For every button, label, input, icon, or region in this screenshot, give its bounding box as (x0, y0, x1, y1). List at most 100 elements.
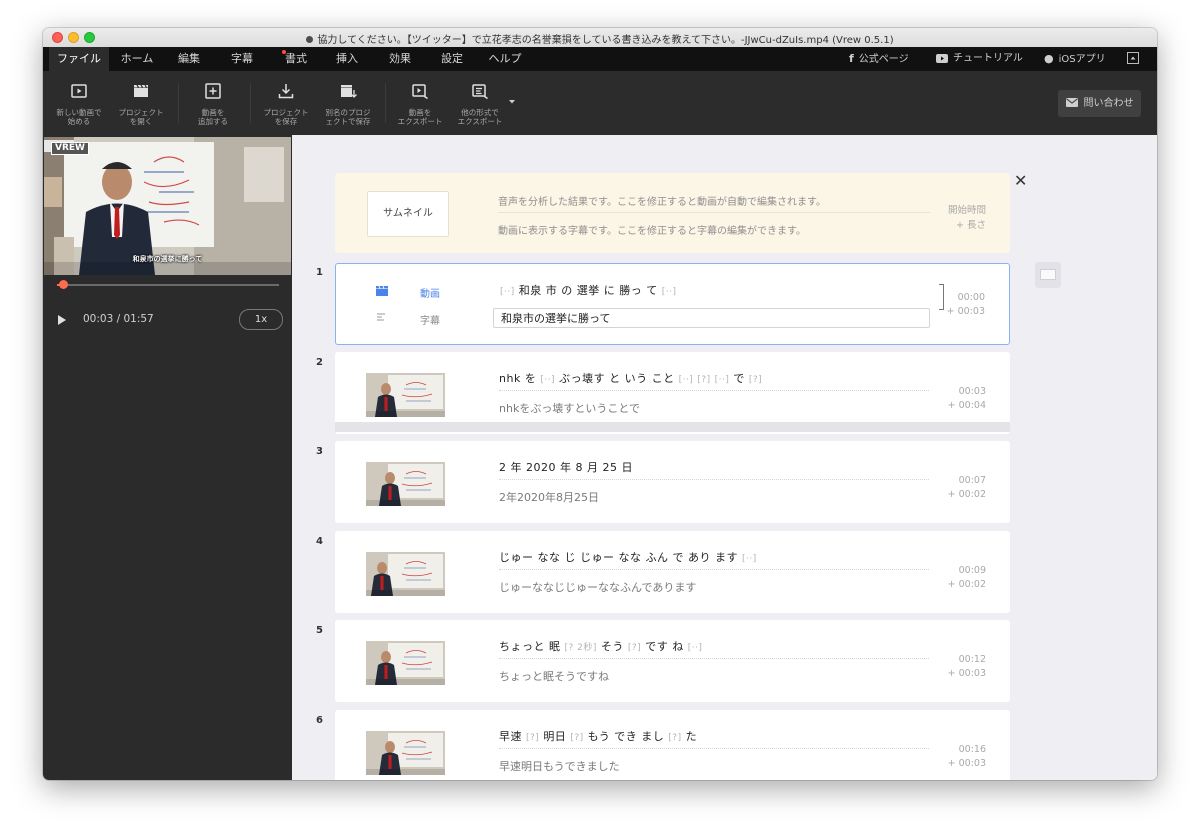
word-token[interactable]: じゅー (580, 551, 615, 564)
clip-thumbnail[interactable] (366, 552, 445, 596)
silence-token[interactable]: [··] (742, 554, 757, 564)
silence-token[interactable]: [?] (628, 643, 641, 653)
silence-token[interactable]: [?] (749, 375, 762, 385)
add-video-button[interactable]: 動画を 追加する (183, 71, 243, 135)
clip-subtitle-text[interactable]: ちょっと眠そうですね (499, 668, 609, 684)
silence-token[interactable]: [?] (668, 733, 681, 743)
clip-thumbnail[interactable] (366, 462, 445, 506)
word-token[interactable]: た (686, 730, 698, 743)
word-token[interactable]: 眠 (549, 640, 561, 653)
clip-word-tokens[interactable]: 早速 [?] 明日 [?] もう でき まし [?] た (499, 728, 697, 744)
dropdown-arrow-icon[interactable] (508, 99, 516, 105)
word-token[interactable]: 年 (511, 461, 523, 474)
menu-settings[interactable]: 設定 (430, 47, 474, 71)
word-token[interactable]: 2020 (526, 461, 556, 474)
clip-thumbnail[interactable] (366, 641, 445, 685)
menu-edit[interactable]: 編集 (167, 47, 211, 71)
clip-word-tokens[interactable]: じゅー なな じ じゅー なな ふん で あり ます [··] (499, 549, 757, 565)
clip-subtitle-text[interactable]: 2年2020年8月25日 (499, 489, 599, 505)
word-token[interactable]: 2 (499, 461, 507, 474)
play-button[interactable] (58, 315, 66, 325)
word-token[interactable]: に (604, 284, 616, 297)
ios-app-link[interactable]: ● iOSアプリ (1044, 47, 1106, 71)
menu-insert[interactable]: 挿入 (325, 47, 369, 71)
save-project-button[interactable]: プロジェクト を保存 (256, 71, 316, 135)
silence-token[interactable]: [··] (662, 287, 677, 297)
clip-card-selected[interactable]: 動画 字幕 [··] 和泉 市 の 選挙 に 勝っ て [··] 和泉市の選挙に… (335, 263, 1010, 345)
word-token[interactable]: ふん (646, 551, 669, 564)
word-token[interactable]: 日 (622, 461, 634, 474)
word-token[interactable]: いう (625, 372, 648, 385)
word-token[interactable]: 25 (603, 461, 618, 474)
playback-speed-button[interactable]: 1x (239, 309, 283, 330)
clip-word-tokens[interactable]: nhk を [··] ぶっ壊す と いう こと [··] [?] [··] で … (499, 370, 762, 386)
clip-word-tokens[interactable]: [··] 和泉 市 の 選挙 に 勝っ て [··] (500, 282, 677, 298)
word-token[interactable]: の (561, 284, 573, 297)
thumbnail-button[interactable]: サムネイル (367, 191, 449, 237)
word-token[interactable]: と (609, 372, 621, 385)
close-icon[interactable]: ✕ (1014, 173, 1027, 189)
save-as-button[interactable]: 別名のプロジ ェクトで保存 (318, 71, 378, 135)
word-token[interactable]: ちょっと (499, 640, 545, 653)
word-token[interactable]: て (646, 284, 658, 297)
word-token[interactable]: 明日 (543, 730, 566, 743)
word-token[interactable]: で (733, 372, 745, 385)
word-token[interactable]: 早速 (499, 730, 522, 743)
seek-bar[interactable] (57, 280, 279, 289)
word-token[interactable]: ぶっ壊す (559, 372, 605, 385)
word-token[interactable]: あり (688, 551, 711, 564)
open-project-button[interactable]: プロジェクト を開く (111, 71, 171, 135)
word-token[interactable]: 月 (587, 461, 599, 474)
export-other-button[interactable]: 他の形式で エクスポート (450, 71, 510, 135)
new-video-button[interactable]: 新しい動画で 始める (49, 71, 109, 135)
word-token[interactable]: もう (588, 730, 611, 743)
collapse-toolbar-button[interactable] (1127, 52, 1139, 64)
seek-knob[interactable] (58, 280, 68, 289)
word-token[interactable]: を (525, 372, 537, 385)
word-token[interactable]: 年 (560, 461, 572, 474)
export-video-button[interactable]: 動画を エクスポート (390, 71, 450, 135)
word-token[interactable]: 和泉 (519, 284, 542, 297)
word-token[interactable]: そう (601, 640, 624, 653)
clip-subtitle-text[interactable]: じゅーななじじゅーななふんであります (499, 579, 696, 595)
menu-effects[interactable]: 効果 (378, 47, 422, 71)
video-preview[interactable]: VREW 和泉市の選挙に勝って (44, 137, 291, 275)
word-token[interactable]: 勝っ (619, 284, 642, 297)
comment-badge[interactable] (1035, 262, 1061, 288)
silence-token[interactable]: [··] (688, 643, 703, 653)
word-token[interactable]: でき (614, 730, 637, 743)
clip-card[interactable]: じゅー なな じ じゅー なな ふん で あり ます [··] じゅーななじじゅー… (335, 531, 1010, 613)
word-token[interactable]: ね (672, 640, 684, 653)
clip-word-tokens[interactable]: ちょっと 眠 [? 2秒] そう [?] です ね [··] (499, 638, 702, 654)
clip-subtitle-text[interactable]: nhkをぶっ壊すということで (499, 400, 640, 416)
word-token[interactable]: じゅー (499, 551, 534, 564)
word-token[interactable]: ます (715, 551, 738, 564)
word-token[interactable]: 8 (576, 461, 584, 474)
word-token[interactable]: で (673, 551, 685, 564)
word-token[interactable]: まし (641, 730, 664, 743)
word-token[interactable]: nhk (499, 372, 521, 385)
word-token[interactable]: こと (652, 372, 675, 385)
silence-token[interactable]: [··] (500, 287, 515, 297)
silence-token[interactable]: [··] (679, 375, 694, 385)
silence-token[interactable]: [··] (715, 375, 730, 385)
subtitle-input[interactable]: 和泉市の選挙に勝って (493, 308, 930, 328)
menu-help[interactable]: ヘルプ (481, 47, 529, 71)
word-token[interactable]: です (645, 640, 668, 653)
clip-thumbnail[interactable] (366, 731, 445, 775)
silence-token[interactable]: [?] (526, 733, 539, 743)
word-token[interactable]: 選挙 (577, 284, 600, 297)
silence-token[interactable]: [? 2秒] (565, 643, 597, 653)
official-page-link[interactable]: f 公式ページ (849, 47, 909, 71)
menu-format[interactable]: 書式 (274, 47, 318, 71)
tutorial-link[interactable]: チュートリアル (936, 47, 1023, 71)
silence-token[interactable]: [··] (540, 375, 555, 385)
word-token[interactable]: 市 (546, 284, 558, 297)
clip-card[interactable]: 2 年 2020 年 8 月 25 日 2年2020年8月25日 00:07 + 00… (335, 441, 1010, 523)
clip-card[interactable]: ちょっと 眠 [? 2秒] そう [?] です ね [··] ちょっと眠そうですね… (335, 620, 1010, 702)
clip-thumbnail[interactable] (366, 373, 445, 417)
menu-subtitle[interactable]: 字幕 (220, 47, 264, 71)
word-token[interactable]: じ (565, 551, 577, 564)
word-token[interactable]: なな (619, 551, 642, 564)
contact-button[interactable]: 問い合わせ (1058, 90, 1141, 117)
